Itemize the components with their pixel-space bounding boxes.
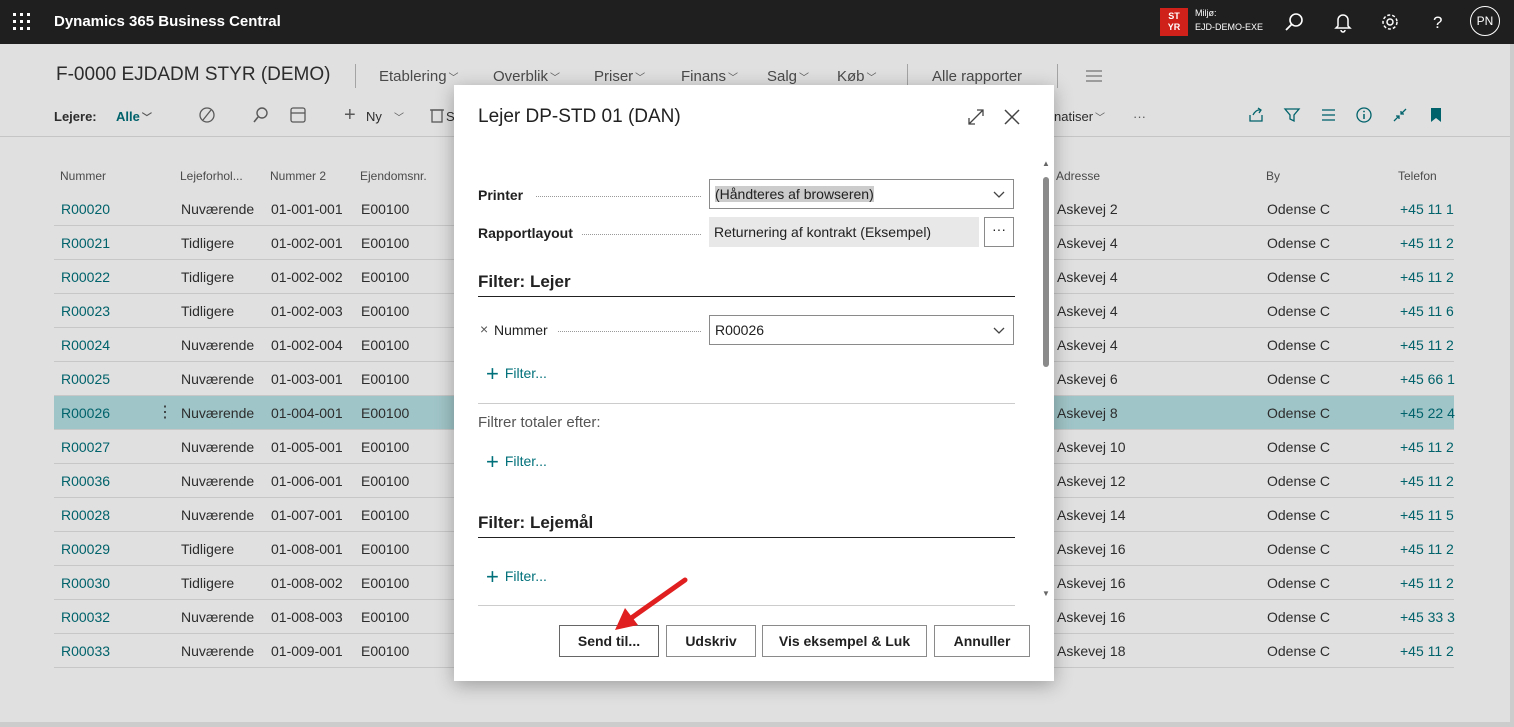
field-leader [582, 234, 701, 236]
search-icon[interactable] [1284, 11, 1306, 33]
scroll-down-arrow-icon[interactable]: ▼ [1042, 589, 1050, 598]
close-icon[interactable] [1002, 107, 1022, 127]
section-title-lejer: Filter: Lejer [478, 272, 571, 291]
add-filter-totals[interactable]: + Filter... [486, 449, 547, 475]
plus-icon: + [486, 564, 499, 589]
report-request-dialog: Lejer DP-STD 01 (DAN) Printer (Håndteres… [454, 85, 1054, 681]
cancel-button[interactable]: Annuller [934, 625, 1030, 657]
plus-icon: + [486, 361, 499, 386]
help-icon[interactable]: ? [1427, 11, 1449, 33]
add-filter-lejemaal[interactable]: + Filter... [486, 564, 547, 590]
printer-select[interactable]: (Håndteres af browseren) [709, 179, 1014, 209]
expand-icon[interactable] [966, 107, 986, 127]
printer-label: Printer [478, 187, 524, 203]
chevron-down-icon [993, 191, 1005, 198]
field-leader [558, 331, 701, 333]
bell-icon[interactable] [1332, 11, 1354, 33]
report-layout-value: Returnering af kontrakt (Eksempel) [714, 224, 932, 240]
add-filter-lejer[interactable]: + Filter... [486, 361, 547, 387]
env-badge-line1: ST [1168, 11, 1180, 21]
preview-close-button[interactable]: Vis eksempel & Luk [762, 625, 927, 657]
environment-label: Miljø: [1195, 8, 1217, 18]
add-filter-label: Filter... [504, 453, 547, 469]
field-leader [536, 196, 701, 198]
divider [478, 403, 1015, 404]
environment-name: EJD-DEMO-EXE [1195, 22, 1264, 32]
section-divider [478, 537, 1015, 538]
add-filter-label: Filter... [504, 365, 547, 381]
printer-value: (Håndteres af browseren) [715, 186, 874, 202]
plus-icon: + [486, 449, 499, 474]
scroll-up-arrow-icon[interactable]: ▲ [1042, 159, 1050, 168]
remove-filter-icon[interactable]: × [480, 321, 488, 337]
filter-nummer-value: R00026 [715, 322, 765, 338]
report-layout-label: Rapportlayout [478, 225, 573, 241]
annotation-arrow-icon [615, 577, 688, 630]
app-title[interactable]: Dynamics 365 Business Central [54, 13, 281, 30]
add-filter-label: Filter... [504, 568, 547, 584]
top-bar: Dynamics 365 Business Central ST YR Miljø… [0, 0, 1514, 44]
filter-nummer-select[interactable]: R00026 [709, 315, 1014, 345]
waffle-icon[interactable] [12, 12, 32, 32]
report-layout-more-button[interactable]: ··· [984, 217, 1014, 247]
filter-field-label: Nummer [494, 322, 548, 338]
dialog-title: Lejer DP-STD 01 (DAN) [478, 106, 681, 127]
svg-text:?: ? [1433, 13, 1442, 32]
chevron-down-icon [993, 327, 1005, 334]
gear-icon[interactable] [1379, 11, 1401, 33]
scrollbar-thumb[interactable] [1043, 177, 1049, 367]
environment-badge: ST YR [1160, 8, 1188, 36]
divider [478, 605, 1015, 606]
section-divider [478, 296, 1015, 297]
section-title-lejemaal: Filter: Lejemål [478, 513, 594, 532]
totals-filter-label: Filtrer totaler efter: [478, 414, 601, 431]
report-layout-field[interactable]: Returnering af kontrakt (Eksempel) [709, 217, 979, 247]
env-badge-line2: YR [1167, 22, 1181, 32]
avatar[interactable]: PN [1470, 6, 1500, 36]
